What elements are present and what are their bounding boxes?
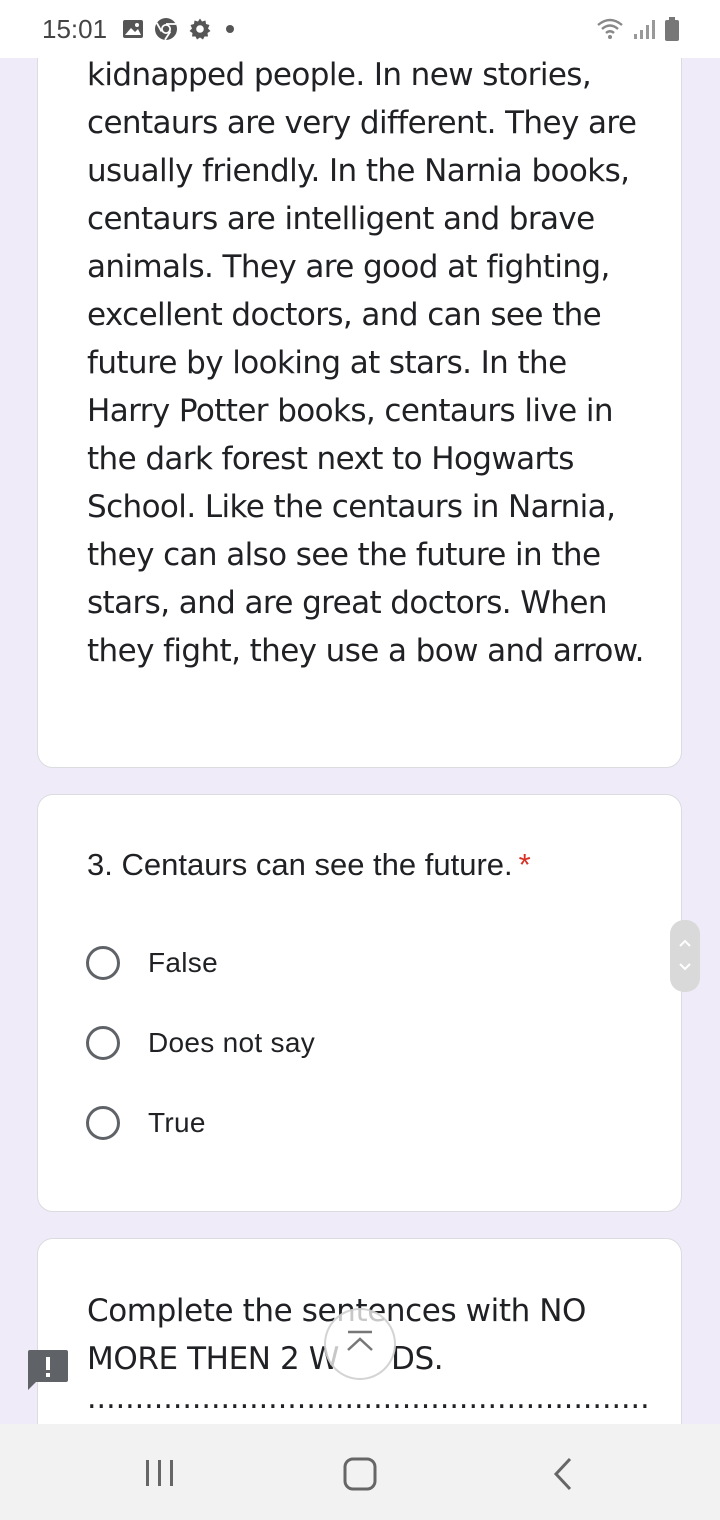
radio-false[interactable] — [86, 946, 120, 980]
blank-line: ........................................… — [87, 1381, 647, 1416]
question-text: 3. Centaurs can see the future. — [87, 847, 513, 882]
option-label: True — [148, 1107, 206, 1138]
radio-does-not-say[interactable] — [86, 1026, 120, 1060]
back-icon[interactable] — [548, 1456, 578, 1492]
home-icon[interactable] — [342, 1456, 378, 1492]
wifi-icon — [597, 18, 623, 39]
passage-text: kidnapped people. In new stories, centau… — [87, 57, 644, 669]
scroll-up-icon — [347, 1330, 373, 1351]
scroll-arrows-icon — [679, 939, 691, 971]
feedback-icon — [28, 1350, 68, 1390]
gallery-icon — [123, 20, 143, 38]
status-right-icons — [596, 16, 680, 42]
fast-scroll-handle[interactable] — [670, 920, 700, 992]
status-left-icons — [122, 17, 238, 41]
recent-apps-icon[interactable] — [143, 1458, 177, 1488]
settings-icon — [189, 18, 211, 40]
option-label: False — [148, 947, 218, 978]
radio-true[interactable] — [86, 1106, 120, 1140]
required-asterisk: * — [518, 847, 531, 882]
option-true[interactable]: True — [86, 1101, 206, 1145]
question-card: 3. Centaurs can see the future. * False D… — [37, 794, 682, 1212]
signal-icon — [634, 20, 655, 39]
option-label: Does not say — [148, 1027, 316, 1058]
navigation-bar — [0, 1424, 720, 1520]
scroll-to-top-button[interactable] — [324, 1308, 396, 1380]
passage-card: kidnapped people. In new stories, centau… — [37, 0, 682, 768]
option-does-not-say[interactable]: Does not say — [86, 1021, 315, 1065]
status-time: 15:01 — [42, 14, 108, 44]
section-title-end: DS. — [391, 1341, 444, 1377]
option-false[interactable]: False — [86, 941, 218, 985]
dot-icon — [226, 25, 234, 33]
report-feedback-button[interactable] — [28, 1350, 68, 1390]
status-bar: 15:01 — [0, 0, 720, 58]
battery-icon — [665, 17, 679, 41]
question-title: 3. Centaurs can see the future. * — [87, 847, 531, 883]
chrome-icon — [155, 18, 177, 41]
